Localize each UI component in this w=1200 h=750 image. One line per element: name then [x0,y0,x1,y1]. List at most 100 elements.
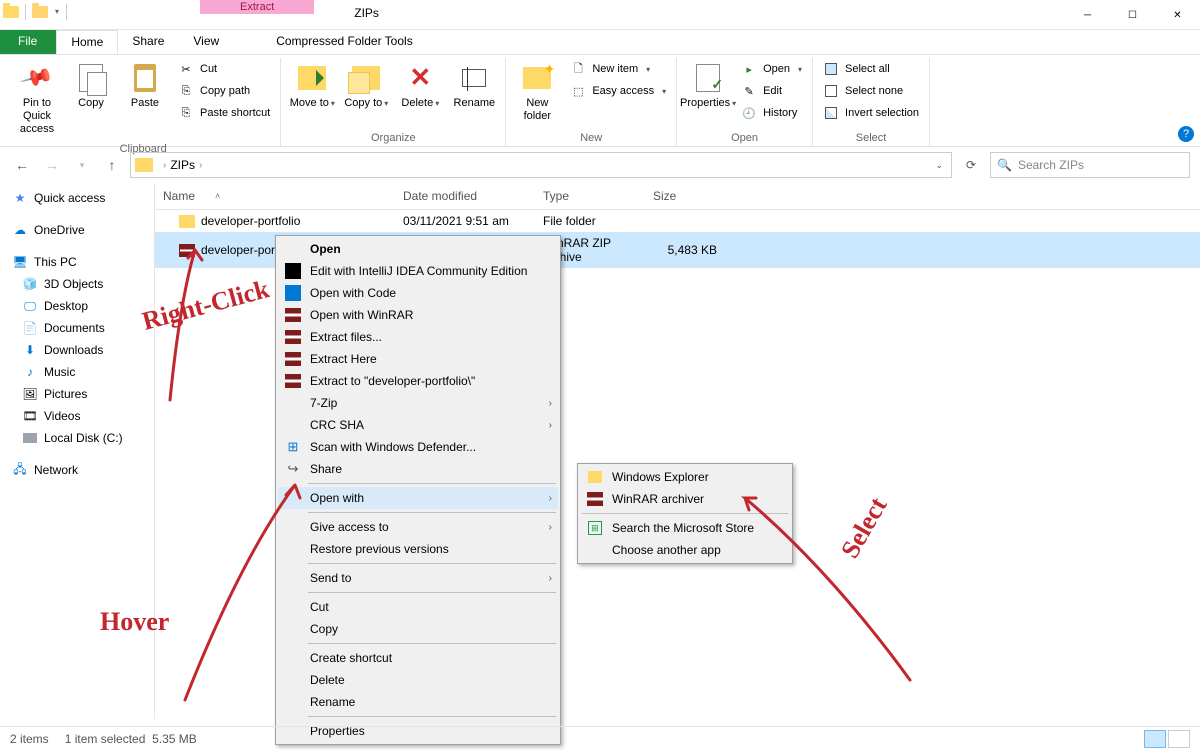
ctx-rename[interactable]: Rename [278,691,558,713]
nav-up-button[interactable]: ↑ [100,153,124,177]
qat-folder-icon[interactable] [29,1,51,23]
paste-shortcut-button[interactable]: ⎘Paste shortcut [174,102,274,124]
properties-button[interactable]: Properties▾ [683,58,733,114]
refresh-button[interactable]: ⟳ [958,152,984,178]
move-icon [296,62,328,94]
ctx-share[interactable]: ↪Share [278,458,558,480]
nav-back-button[interactable]: ← [10,153,34,177]
ctx-defender[interactable]: ⊞Scan with Windows Defender... [278,436,558,458]
ctx-create-shortcut[interactable]: Create shortcut [278,647,558,669]
sidebar-item-this-pc[interactable]: 🖥This PC [0,251,154,273]
maximize-button[interactable]: ☐ [1110,0,1155,30]
column-header-type[interactable]: Type [535,183,645,209]
sub-windows-explorer[interactable]: Windows Explorer [580,466,790,488]
file-row-folder[interactable]: developer-portfolio 03/11/2021 9:51 am F… [155,210,1200,232]
separator [582,513,788,514]
copy-path-button[interactable]: ⎘Copy path [174,80,274,102]
open-button[interactable]: ▸Open▾ [737,58,806,80]
tab-share[interactable]: Share [118,30,179,54]
view-details-button[interactable] [1144,730,1166,748]
rename-button[interactable]: Rename [449,58,499,114]
downloads-icon: ⬇ [22,342,38,358]
search-input[interactable]: 🔍 Search ZIPs [990,152,1190,178]
history-button[interactable]: 🕘History [737,102,806,124]
easy-access-button[interactable]: ⬚Easy access▾ [566,80,670,102]
sidebar-item-network[interactable]: 🖧Network [0,459,154,481]
separator [308,643,556,644]
ctx-open-code[interactable]: Open with Code [278,282,558,304]
new-folder-button[interactable]: New folder [512,58,562,127]
folder-icon [179,215,195,228]
breadcrumb[interactable]: › ZIPs › ⌄ [130,152,952,178]
pin-quick-access-button[interactable]: 📌 Pin to Quick access [12,58,62,141]
sidebar-item-quick-access[interactable]: ★Quick access [0,187,154,209]
sidebar-item-music[interactable]: ♪Music [0,361,154,383]
column-header-size[interactable]: Size [645,183,725,209]
sidebar-item-videos[interactable]: 🎞Videos [0,405,154,427]
paste-button[interactable]: Paste [120,58,170,114]
sidebar-item-3d-objects[interactable]: 🧊3D Objects [0,273,154,295]
ctx-copy[interactable]: Copy [278,618,558,640]
pin-icon: 📌 [21,62,53,94]
ctx-7zip[interactable]: 7-Zip› [278,392,558,414]
ctx-give-access[interactable]: Give access to› [278,516,558,538]
ctx-edit-intellij[interactable]: Edit with IntelliJ IDEA Community Editio… [278,260,558,282]
move-to-button[interactable]: Move to▾ [287,58,337,114]
nav-recent-dropdown[interactable]: ▾ [70,153,94,177]
sidebar-item-documents[interactable]: 📄Documents [0,317,154,339]
window-title: ZIPs [314,0,1065,20]
tab-compressed-tools[interactable]: Compressed Folder Tools [262,30,428,54]
select-all-button[interactable]: Select all [819,58,923,80]
select-none-button[interactable]: Select none [819,80,923,102]
tab-view[interactable]: View [179,30,234,54]
help-icon[interactable]: ? [1178,126,1194,142]
minimize-button[interactable]: ─ [1065,0,1110,30]
column-header-name[interactable]: Name˄ [155,183,395,209]
view-thumbnails-button[interactable] [1168,730,1190,748]
winrar-icon [584,490,606,508]
breadcrumb-dropdown[interactable]: ⌄ [935,160,943,171]
breadcrumb-location[interactable]: ZIPs [170,158,195,172]
cloud-icon: ☁ [12,222,28,238]
ctx-extract-here[interactable]: Extract Here [278,348,558,370]
winrar-icon [282,328,304,346]
qat-dropdown[interactable]: ▾ [51,7,63,16]
sidebar-item-onedrive[interactable]: ☁OneDrive [0,219,154,241]
ctx-restore[interactable]: Restore previous versions [278,538,558,560]
ctx-delete[interactable]: Delete [278,669,558,691]
column-header-date[interactable]: Date modified [395,183,535,209]
sidebar-item-desktop[interactable]: 🖵Desktop [0,295,154,317]
ctx-crc-sha[interactable]: CRC SHA› [278,414,558,436]
easy-access-icon: ⬚ [570,83,586,99]
sub-choose-app[interactable]: Choose another app [580,539,790,561]
edit-button[interactable]: ✎Edit [737,80,806,102]
explorer-icon [584,468,606,486]
ctx-open[interactable]: Open [278,238,558,260]
new-item-button[interactable]: 🗋New item▾ [566,58,670,80]
ctx-open-winrar[interactable]: Open with WinRAR [278,304,558,326]
ctx-cut[interactable]: Cut [278,596,558,618]
sidebar-item-local-disk[interactable]: Local Disk (C:) [0,427,154,449]
ctx-open-with[interactable]: Open with› [278,487,558,509]
tab-home[interactable]: Home [56,30,118,54]
invert-icon [823,105,839,121]
chevron-right-icon[interactable]: › [159,160,170,171]
sidebar-item-pictures[interactable]: 🖼Pictures [0,383,154,405]
sidebar-item-downloads[interactable]: ⬇Downloads [0,339,154,361]
ctx-extract-to[interactable]: Extract to "developer-portfolio\" [278,370,558,392]
ctx-send-to[interactable]: Send to› [278,567,558,589]
copy-button[interactable]: Copy [66,58,116,114]
sub-ms-store[interactable]: ⊞Search the Microsoft Store [580,517,790,539]
cut-button[interactable]: ✂Cut [174,58,274,80]
shortcut-icon: ⎘ [178,105,194,121]
ctx-extract-files[interactable]: Extract files... [278,326,558,348]
separator [308,563,556,564]
chevron-right-icon[interactable]: › [195,160,206,171]
delete-button[interactable]: ✕ Delete▾ [395,58,445,114]
sub-winrar[interactable]: WinRAR archiver [580,488,790,510]
close-button[interactable]: ✕ [1155,0,1200,30]
tab-file[interactable]: File [0,30,56,54]
invert-selection-button[interactable]: Invert selection [819,102,923,124]
copy-to-button[interactable]: Copy to▾ [341,58,391,114]
nav-forward-button[interactable]: → [40,153,64,177]
